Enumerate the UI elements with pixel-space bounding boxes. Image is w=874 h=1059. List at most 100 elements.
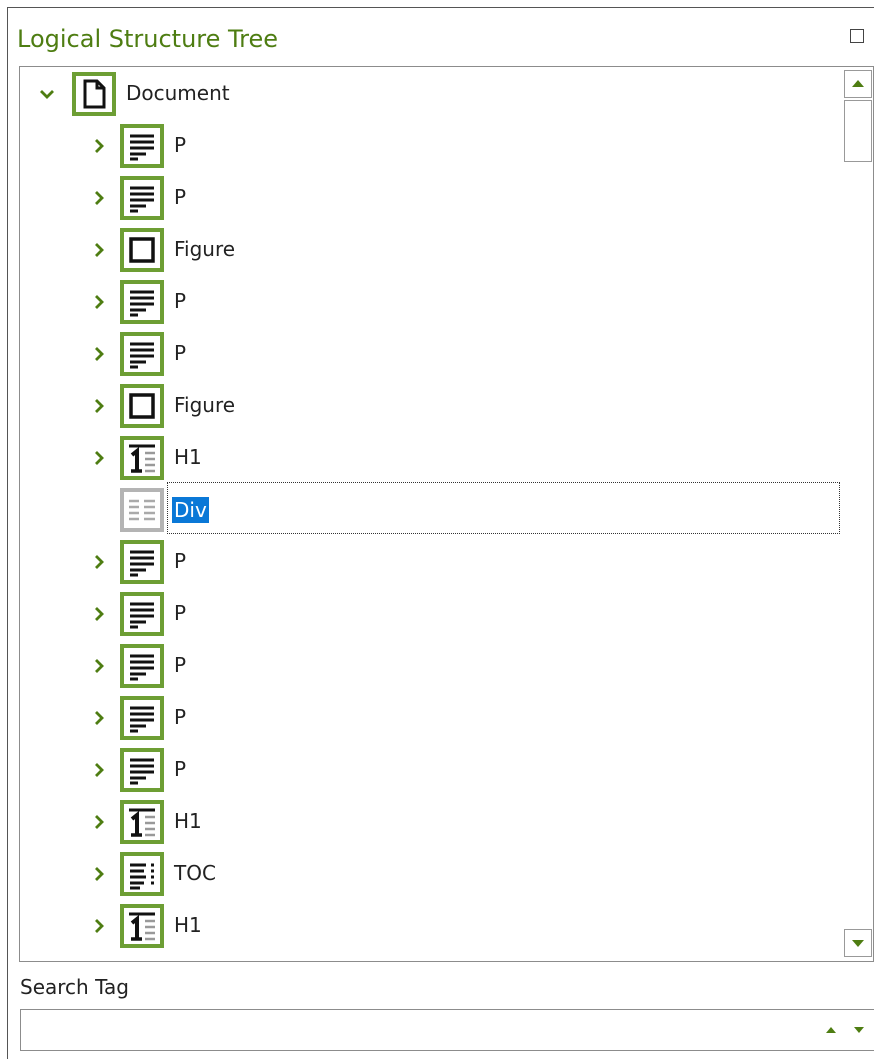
tree-node[interactable]: P <box>20 276 840 328</box>
paragraph-icon <box>130 758 154 785</box>
tree-node[interactable]: P <box>20 328 840 380</box>
chevron-right-icon <box>95 659 104 673</box>
tree-node-label[interactable]: P <box>174 340 186 366</box>
expand-toggle[interactable] <box>89 552 109 572</box>
tree-node[interactable]: H1 <box>20 900 840 952</box>
div-icon <box>129 499 155 521</box>
chevron-right-icon <box>95 399 104 413</box>
selection-focus-rect <box>167 482 840 534</box>
panel-title: Logical Structure Tree <box>17 25 279 53</box>
search-next-icon[interactable] <box>851 1024 867 1036</box>
maximize-icon[interactable] <box>850 29 864 43</box>
expand-toggle[interactable] <box>89 812 109 832</box>
tree-node-label[interactable]: TOC <box>174 860 216 886</box>
paragraph-icon <box>130 550 154 577</box>
tree-node-label[interactable]: Figure <box>174 392 235 418</box>
tree-node[interactable]: P <box>20 744 840 796</box>
paragraph-icon <box>130 134 154 161</box>
expand-toggle[interactable] <box>89 864 109 884</box>
tree-node[interactable]: P <box>20 640 840 692</box>
search-tag-input[interactable] <box>20 1009 874 1051</box>
tree-node-label[interactable]: H1 <box>174 912 202 938</box>
expand-toggle[interactable] <box>89 396 109 416</box>
tree-node-label[interactable]: P <box>174 704 186 730</box>
paragraph-icon <box>120 592 164 636</box>
expand-toggle[interactable] <box>89 604 109 624</box>
figure-icon <box>120 384 164 428</box>
figure-icon <box>129 237 155 263</box>
expand-toggle[interactable] <box>89 760 109 780</box>
chevron-right-icon <box>95 555 104 569</box>
paragraph-icon <box>120 124 164 168</box>
tree-node[interactable]: Figure <box>20 380 840 432</box>
arrow-down-icon <box>852 940 864 947</box>
tree-node[interactable]: P <box>20 692 840 744</box>
expand-toggle[interactable] <box>89 708 109 728</box>
chevron-right-icon <box>95 919 104 933</box>
structure-tree[interactable]: Document P P Figure P P Figure H1 Div P P P P P H1 TOC H… <box>19 66 874 962</box>
chevron-right-icon <box>95 607 104 621</box>
chevron-right-icon <box>95 867 104 881</box>
tree-node-label[interactable]: P <box>174 288 186 314</box>
div-icon <box>120 488 164 532</box>
chevron-right-icon <box>95 347 104 361</box>
document-icon <box>72 72 116 116</box>
paragraph-icon <box>130 602 154 629</box>
chevron-down-icon <box>40 90 54 99</box>
paragraph-icon <box>130 186 154 213</box>
tree-node-label[interactable]: Figure <box>174 236 235 262</box>
heading-icon <box>120 800 164 844</box>
expand-toggle[interactable] <box>89 240 109 260</box>
tree-node-label[interactable]: P <box>174 184 186 210</box>
tree-node[interactable]: P <box>20 536 840 588</box>
scroll-up-button[interactable] <box>844 70 872 98</box>
expand-toggle[interactable] <box>89 188 109 208</box>
toc-icon <box>120 852 164 896</box>
chevron-right-icon <box>95 139 104 153</box>
tree-node-label[interactable]: H1 <box>174 444 202 470</box>
tree-node-label[interactable]: H1 <box>174 808 202 834</box>
paragraph-icon <box>120 644 164 688</box>
heading-icon <box>129 808 155 837</box>
chevron-right-icon <box>95 763 104 777</box>
scroll-thumb[interactable] <box>844 100 872 162</box>
tree-node-label[interactable]: P <box>174 132 186 158</box>
expand-toggle[interactable] <box>89 344 109 364</box>
chevron-right-icon <box>95 815 104 829</box>
expand-toggle[interactable] <box>89 916 109 936</box>
tree-node[interactable]: P <box>20 588 840 640</box>
expand-toggle[interactable] <box>89 292 109 312</box>
tree-node[interactable]: H1 <box>20 796 840 848</box>
heading-icon <box>129 912 155 941</box>
tree-node[interactable]: H1 <box>20 432 840 484</box>
heading-icon <box>120 436 164 480</box>
tree-node[interactable]: P <box>20 172 840 224</box>
tree-node-label[interactable]: P <box>174 756 186 782</box>
paragraph-icon <box>120 280 164 324</box>
paragraph-icon <box>120 332 164 376</box>
vertical-scrollbar[interactable] <box>842 67 873 961</box>
chevron-right-icon <box>95 711 104 725</box>
paragraph-icon <box>120 540 164 584</box>
collapse-toggle[interactable] <box>37 84 57 104</box>
chevron-right-icon <box>95 243 104 257</box>
tree-node-label[interactable]: P <box>174 548 186 574</box>
tree-node[interactable]: TOC <box>20 848 840 900</box>
paragraph-icon <box>130 654 154 681</box>
tree-node-label[interactable]: Document <box>126 80 230 106</box>
tree-node-label[interactable]: P <box>174 652 186 678</box>
scroll-down-button[interactable] <box>844 929 872 957</box>
paragraph-icon <box>130 706 154 733</box>
search-previous-icon[interactable] <box>823 1024 839 1036</box>
tree-node-root[interactable]: Document <box>20 68 840 120</box>
tree-node[interactable]: Figure <box>20 224 840 276</box>
paragraph-icon <box>120 696 164 740</box>
toc-icon <box>130 863 154 890</box>
expand-toggle[interactable] <box>89 448 109 468</box>
search-tag-label: Search Tag <box>20 975 129 999</box>
tree-node-label[interactable]: P <box>174 600 186 626</box>
expand-toggle[interactable] <box>89 136 109 156</box>
tree-node[interactable]: P <box>20 120 840 172</box>
paragraph-icon <box>130 290 154 317</box>
expand-toggle[interactable] <box>89 656 109 676</box>
